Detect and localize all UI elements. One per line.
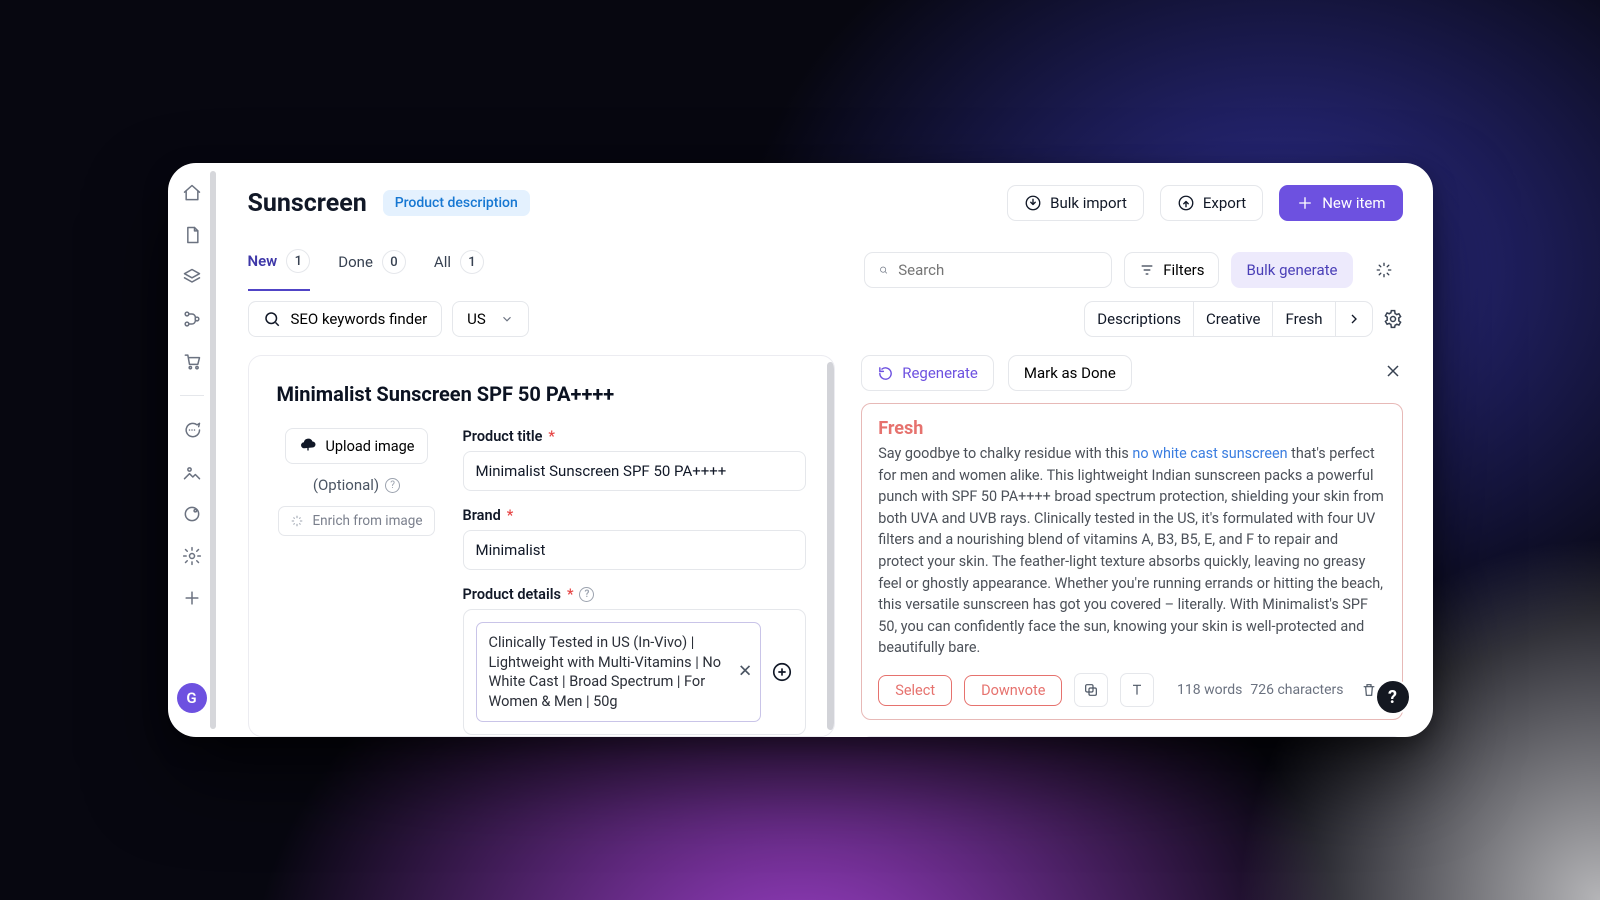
style-chip-group: Descriptions Creative Fresh xyxy=(1084,301,1372,337)
product-details-label: Product details * ? xyxy=(463,586,807,603)
image-icon[interactable] xyxy=(182,462,202,482)
status-tabs: New1 Done0 All1 xyxy=(248,249,485,291)
new-item-button[interactable]: New item xyxy=(1279,185,1402,221)
help-icon[interactable]: ? xyxy=(385,478,400,493)
bulk-generate-button[interactable]: Bulk generate xyxy=(1231,252,1352,288)
filters-button[interactable]: Filters xyxy=(1124,252,1219,288)
upload-image-button[interactable]: Upload image xyxy=(285,428,429,464)
refresh-icon xyxy=(877,365,894,382)
seo-keywords-button[interactable]: SEO keywords finder xyxy=(248,301,443,337)
sparkle-icon xyxy=(290,514,304,528)
chip-descriptions[interactable]: Descriptions xyxy=(1085,302,1193,336)
text-icon xyxy=(1129,682,1145,698)
tab-all[interactable]: All1 xyxy=(434,249,484,291)
product-title-label: Product title * xyxy=(463,428,807,445)
search-input[interactable] xyxy=(898,261,1097,279)
document-icon[interactable] xyxy=(182,225,202,245)
regenerate-button[interactable]: Regenerate xyxy=(861,355,994,391)
bulk-generate-spinner-icon xyxy=(1365,251,1403,289)
filter-row: SEO keywords finder US Descriptions Crea… xyxy=(248,301,1403,337)
main-panel: Sunscreen Product description Bulk impor… xyxy=(216,163,1433,737)
highlighted-keyword: no white cast sunscreen xyxy=(1132,445,1287,462)
chevron-down-icon xyxy=(500,312,514,326)
add-detail-icon[interactable] xyxy=(771,661,793,683)
product-form-card: Minimalist Sunscreen SPF 50 PA++++ Uploa… xyxy=(248,355,836,737)
output-header: Regenerate Mark as Done xyxy=(861,355,1402,391)
select-button[interactable]: Select xyxy=(878,675,952,706)
category-chip[interactable]: Product description xyxy=(383,190,530,216)
droplet-icon[interactable] xyxy=(182,504,202,524)
form-fields: Product title * Brand * Product details … xyxy=(463,428,807,735)
chip-next-button[interactable] xyxy=(1336,303,1372,335)
mark-done-button[interactable]: Mark as Done xyxy=(1008,355,1132,391)
gear-icon[interactable] xyxy=(1383,309,1403,329)
import-icon xyxy=(1024,194,1042,212)
chevron-right-icon xyxy=(1346,311,1362,327)
app-window: G Sunscreen Product description Bulk imp… xyxy=(168,163,1433,737)
chip-creative[interactable]: Creative xyxy=(1194,302,1273,336)
search-icon xyxy=(879,261,888,279)
remove-detail-icon[interactable]: ✕ xyxy=(738,661,752,684)
search-icon xyxy=(263,310,281,328)
output-card-creative[interactable]: Creative xyxy=(861,736,1402,737)
product-details-wrapper: Clinically Tested in US (In-Vivo) | Ligh… xyxy=(463,609,807,735)
country-select[interactable]: US xyxy=(452,301,529,337)
brand-label: Brand * xyxy=(463,507,807,524)
enrich-from-image-button[interactable]: Enrich from image xyxy=(278,506,434,536)
output-footer: Select Downvote 118 words 726 characters xyxy=(878,673,1385,707)
sidebar-divider xyxy=(180,395,204,396)
cart-icon[interactable] xyxy=(182,351,202,371)
content-area: Minimalist Sunscreen SPF 50 PA++++ Uploa… xyxy=(248,355,1403,737)
sidebar-scrollbar[interactable] xyxy=(210,171,216,729)
home-icon[interactable] xyxy=(182,183,202,203)
sidebar: G xyxy=(168,163,216,737)
plus-icon[interactable] xyxy=(182,588,202,608)
output-body: Say goodbye to chalky residue with this … xyxy=(878,443,1385,659)
output-variant-title: Fresh xyxy=(878,418,1385,439)
item-heading: Minimalist Sunscreen SPF 50 PA++++ xyxy=(277,382,807,406)
close-output-button[interactable] xyxy=(1383,361,1403,385)
downvote-button[interactable]: Downvote xyxy=(964,675,1062,706)
help-fab[interactable]: ? xyxy=(1375,679,1411,715)
export-icon xyxy=(1177,194,1195,212)
help-icon[interactable]: ? xyxy=(579,587,594,602)
image-column: Upload image (Optional)? Enrich from ima… xyxy=(277,428,437,735)
product-details-chip[interactable]: Clinically Tested in US (In-Vivo) | Ligh… xyxy=(476,622,762,722)
output-panel: Regenerate Mark as Done Fresh Say goodby… xyxy=(861,355,1402,737)
optional-label: (Optional)? xyxy=(313,476,400,494)
char-count: 726 characters xyxy=(1250,682,1343,698)
layers-icon[interactable] xyxy=(182,267,202,287)
bulk-import-button[interactable]: Bulk import xyxy=(1007,185,1144,221)
word-count: 118 words xyxy=(1177,682,1242,698)
chat-icon[interactable] xyxy=(182,420,202,440)
toolbar-row: New1 Done0 All1 Filters Bulk generate xyxy=(248,249,1403,291)
output-card-fresh: Fresh Say goodbye to chalky residue with… xyxy=(861,403,1402,720)
brand-input[interactable] xyxy=(463,530,807,570)
plus-icon xyxy=(1296,194,1314,212)
tab-done[interactable]: Done0 xyxy=(338,249,406,291)
branch-icon[interactable] xyxy=(182,309,202,329)
chip-fresh[interactable]: Fresh xyxy=(1273,302,1334,336)
search-field[interactable] xyxy=(864,252,1112,288)
copy-icon xyxy=(1083,682,1099,698)
copy-button[interactable] xyxy=(1074,673,1108,707)
page-header: Sunscreen Product description Bulk impor… xyxy=(248,185,1403,221)
export-button[interactable]: Export xyxy=(1160,185,1263,221)
text-format-button[interactable] xyxy=(1120,673,1154,707)
settings-icon[interactable] xyxy=(182,546,202,566)
page-title: Sunscreen xyxy=(248,189,367,218)
close-icon xyxy=(1383,361,1403,381)
tab-new[interactable]: New1 xyxy=(248,249,311,291)
product-title-input[interactable] xyxy=(463,451,807,491)
user-avatar[interactable]: G xyxy=(177,683,207,713)
filter-icon xyxy=(1139,262,1155,278)
cloud-upload-icon xyxy=(299,437,317,455)
